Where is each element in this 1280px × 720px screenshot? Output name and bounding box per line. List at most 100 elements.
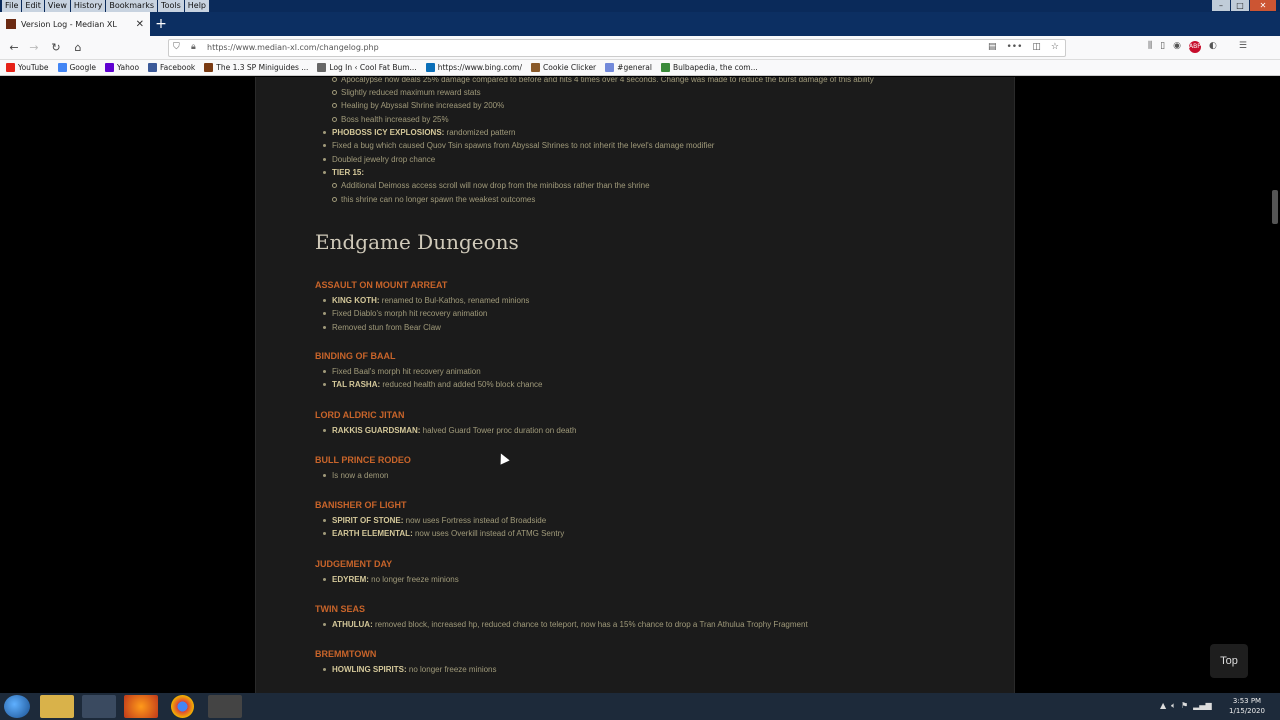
menu-item-file[interactable]: File (2, 0, 22, 12)
menu-item-view[interactable]: View (44, 0, 70, 12)
changelog-item-key: KING KOTH: (332, 296, 380, 305)
menu-item-bookmarks[interactable]: Bookmarks (106, 0, 158, 12)
changelog-item-text: randomized pattern (444, 128, 516, 137)
bookmark-item[interactable]: YouTube (6, 63, 49, 72)
changelog-item: Doubled jewelry drop chance (322, 155, 436, 164)
forward-arrow-icon[interactable]: → (26, 40, 42, 56)
extension-icon[interactable]: ◐ (1209, 41, 1217, 53)
changelog-item: Removed stun from Bear Claw (323, 323, 441, 332)
maximize-icon[interactable]: □ (1231, 0, 1249, 11)
bookmark-item[interactable]: Yahoo (104, 63, 139, 72)
tab-version-log[interactable]: Version Log - Median XL ✕ (0, 12, 150, 36)
new-tab-button[interactable]: + (153, 12, 169, 36)
taskbar-clock[interactable]: 3:53 PM 1/15/2020 (1226, 696, 1268, 716)
account-icon[interactable]: ◉ (1173, 41, 1181, 53)
tracking-shield-icon[interactable]: ⛉ (173, 42, 180, 52)
menu-item-tools[interactable]: Tools (158, 0, 184, 12)
tray-expand-icon[interactable]: ▲ (1160, 701, 1166, 711)
tab-close-icon[interactable]: ✕ (136, 19, 144, 30)
changelog-item: EDYREM: no longer freeze minions (323, 575, 459, 584)
changelog-item-text: Slightly reduced maximum reward stats (341, 88, 481, 97)
menu-item-edit[interactable]: Edit (22, 0, 44, 12)
changelog-item: Fixed Baal's morph hit recovery animatio… (323, 367, 481, 376)
network-icon[interactable]: ▂▄▆ (1193, 701, 1211, 711)
home-icon[interactable]: ⌂ (70, 40, 86, 56)
pocket-icon[interactable]: ◫ (1032, 42, 1041, 52)
media-player-icon[interactable] (82, 695, 116, 718)
scrollbar[interactable] (1270, 77, 1280, 693)
bookmark-label: Facebook (160, 63, 196, 72)
volume-icon[interactable]: 🔈︎ (1171, 701, 1176, 711)
changelog-item-text: now uses Overkill instead of ATMG Sentry (412, 529, 565, 539)
dungeon-heading: BINDING OF BAAL (315, 351, 396, 361)
changelog-item: Is now a demon (322, 471, 388, 480)
bookmark-item[interactable]: The 1.3 SP Miniguides ... (204, 63, 308, 72)
reload-icon[interactable]: ↻ (48, 40, 64, 56)
changelog-item-text: Fixed Baal's morph hit recovery animatio… (332, 367, 481, 376)
sidebar-icon[interactable]: ▯ (1160, 41, 1165, 53)
bookmark-item[interactable]: Facebook (148, 63, 195, 72)
changelog-item-text: reduced health and added 50% block chanc… (380, 380, 543, 390)
address-bar[interactable]: ⛉ 🔒︎ https://www.median-xl.com/changelog… (168, 39, 1066, 57)
bookmark-favicon-icon (204, 63, 214, 72)
scroll-to-top-button[interactable]: Top (1210, 644, 1248, 678)
changelog-item: Fixed Diablo's morph hit recovery animat… (322, 309, 487, 318)
changelog-item: TIER 15: (322, 168, 365, 177)
dungeon-heading: ASSAULT ON MOUNT ARREAT (315, 280, 448, 290)
bookmark-favicon-icon (660, 63, 670, 72)
file-explorer-icon[interactable] (40, 695, 74, 718)
menu-item-history[interactable]: History (70, 0, 106, 12)
changelog-item-key: EDYREM: (332, 575, 369, 584)
changelog-item: Apocalypse now deals 25% damage compared… (332, 77, 874, 84)
changelog-item: Boss health increased by 25% (332, 115, 449, 124)
bookmark-favicon-icon (104, 63, 114, 72)
changelog-item-text: halved Guard Tower proc duration on deat… (420, 426, 577, 435)
section-title: Endgame Dungeons (315, 230, 519, 254)
changelog-item: Slightly reduced maximum reward stats (332, 88, 481, 97)
dungeon-heading: BREMMTOWN (315, 649, 377, 659)
changelog-item-text: Boss health increased by 25% (341, 115, 449, 124)
bookmark-label: Log In ‹ Cool Fat Bum... (329, 63, 417, 72)
changelog-item-text: removed block, increased hp, reduced cha… (372, 620, 808, 629)
steam-icon[interactable] (208, 695, 242, 718)
scrollbar-thumb[interactable] (1272, 190, 1278, 224)
changelog-item-key: TIER 15: (332, 168, 365, 177)
bookmark-item[interactable]: Cookie Clicker (531, 63, 596, 72)
bookmark-label: https://www.bing.com/ (437, 63, 522, 72)
hamburger-menu-icon[interactable]: ☰ (1239, 41, 1247, 53)
minimize-icon[interactable]: – (1212, 0, 1230, 11)
menu-bar: File Edit View History Bookmarks Tools Help (2, 0, 210, 12)
changelog-item-key: PHOBOSS ICY EXPLOSIONS: (332, 128, 445, 137)
bookmark-label: Bulbapedia, the com... (672, 63, 758, 72)
changelog-content: Endgame Dungeons Apocalypse now deals 25… (255, 77, 1015, 693)
changelog-item-text: Doubled jewelry drop chance (332, 155, 436, 164)
url-text[interactable]: https://www.median-xl.com/changelog.php (207, 43, 379, 52)
bookmark-item[interactable]: https://www.bing.com/ (425, 63, 522, 72)
changelog-item: RAKKIS GUARDSMAN: halved Guard Tower pro… (322, 426, 577, 435)
action-center-icon[interactable]: ⚑ (1181, 701, 1188, 711)
changelog-item-key: EARTH ELEMENTAL: (332, 529, 413, 539)
lock-icon[interactable]: 🔒︎ (191, 42, 196, 52)
bookmark-item[interactable]: Log In ‹ Cool Fat Bum... (317, 63, 417, 72)
bookmark-favicon-icon (317, 63, 327, 72)
bookmark-favicon-icon (531, 63, 540, 72)
page-actions-icon[interactable]: ••• (1006, 42, 1022, 52)
window-controls: – □ ✕ (1211, 0, 1276, 11)
reader-view-icon[interactable]: ▤ (988, 42, 997, 52)
dungeon-heading: BANISHER OF LIGHT (315, 500, 407, 510)
changelog-item: this shrine can no longer spawn the weak… (331, 195, 535, 204)
adblock-icon[interactable]: ABP (1188, 41, 1201, 53)
bookmark-item[interactable]: #general (605, 63, 652, 72)
bookmark-star-icon[interactable]: ☆ (1051, 42, 1059, 52)
close-window-icon[interactable]: ✕ (1250, 0, 1276, 11)
firefox-icon[interactable] (124, 695, 158, 718)
changelog-item: HOWLING SPIRITS: no longer freeze minion… (323, 665, 497, 674)
bookmark-item[interactable]: Bulbapedia, the com... (660, 63, 758, 72)
chrome-icon[interactable] (171, 695, 194, 718)
bookmark-item[interactable]: Google (57, 63, 96, 72)
dungeon-heading: BULL PRINCE RODEO (315, 455, 411, 465)
start-button[interactable] (4, 695, 30, 718)
library-icon[interactable]: ⫼ (1148, 41, 1152, 53)
back-arrow-icon[interactable]: ← (6, 40, 22, 56)
menu-item-help[interactable]: Help (184, 0, 210, 12)
